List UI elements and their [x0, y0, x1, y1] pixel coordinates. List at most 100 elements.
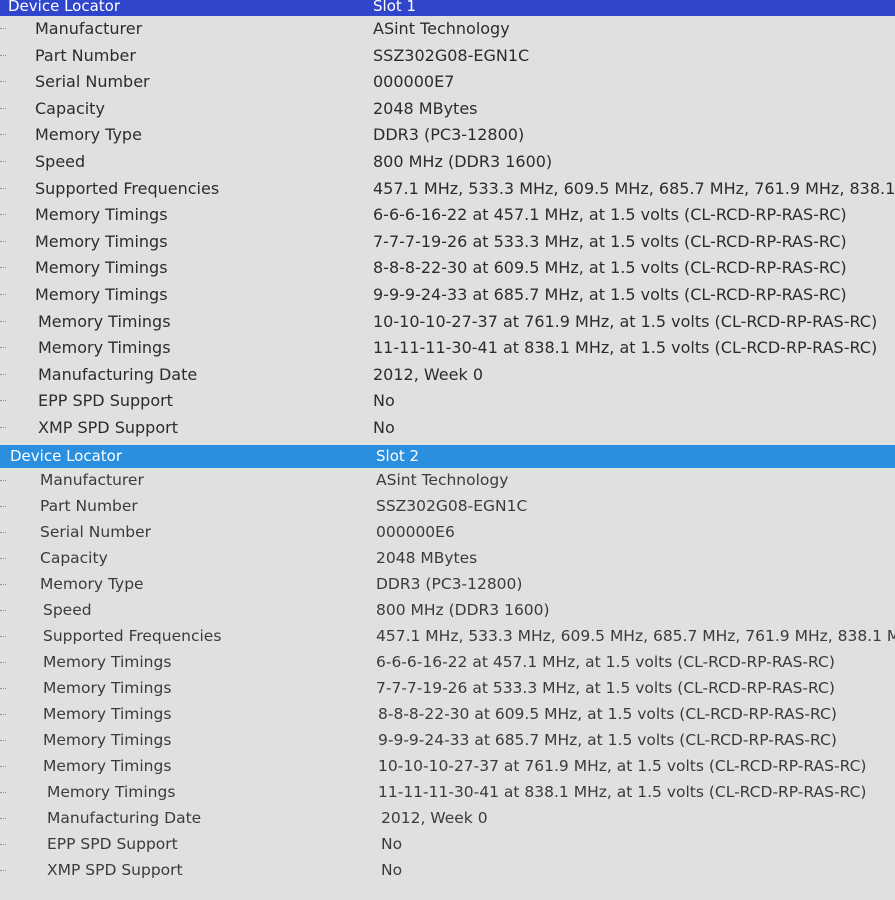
property-name: Memory Timings: [38, 311, 171, 331]
tree-connector: [0, 688, 6, 690]
property-name: Speed: [35, 151, 86, 171]
property-row[interactable]: Memory Type DDR3 (PC3-12800): [0, 122, 895, 149]
property-value: 8-8-8-22-30 at 609.5 MHz, at 1.5 volts (…: [378, 705, 837, 723]
property-value: 6-6-6-16-22 at 457.1 MHz, at 1.5 volts (…: [373, 205, 847, 225]
tree-connector: [0, 134, 6, 136]
property-name: Manufacturing Date: [38, 364, 198, 384]
property-value: 000000E6: [376, 523, 455, 541]
property-value: No: [373, 417, 395, 437]
tree-connector: [0, 766, 6, 768]
property-row[interactable]: Memory Timings 7-7-7-19-26 at 533.3 MHz, …: [0, 229, 895, 256]
property-name: EPP SPD Support: [38, 391, 173, 411]
property-name: Memory Timings: [43, 757, 172, 775]
tree-connector: [0, 81, 6, 83]
tree-connector: [0, 347, 6, 349]
property-row[interactable]: EPP SPD Support No: [0, 832, 895, 858]
property-row[interactable]: Memory Type DDR3 (PC3-12800): [0, 572, 895, 598]
property-value: 10-10-10-27-37 at 761.9 MHz, at 1.5 volt…: [378, 757, 867, 775]
tree-connector: [0, 28, 6, 30]
property-name: Memory Timings: [35, 284, 168, 304]
property-row[interactable]: Capacity 2048 MBytes: [0, 96, 895, 123]
property-value: 9-9-9-24-33 at 685.7 MHz, at 1.5 volts (…: [378, 731, 837, 749]
tree-connector: [0, 636, 6, 638]
tree-connector: [0, 844, 6, 846]
property-row[interactable]: Memory Timings 10-10-10-27-37 at 761.9 MH…: [0, 754, 895, 780]
tree-connector: [0, 818, 6, 820]
property-value: SSZ302G08-EGN1C: [373, 45, 530, 65]
tree-connector: [0, 584, 6, 586]
property-name: Manufacturer: [35, 19, 143, 38]
property-row[interactable]: Part Number SSZ302G08-EGN1C: [0, 43, 895, 70]
tree-connector: [0, 714, 6, 716]
property-value: 7-7-7-19-26 at 533.3 MHz, at 1.5 volts (…: [376, 679, 835, 697]
property-value: 11-11-11-30-41 at 838.1 MHz, at 1.5 volt…: [378, 783, 867, 801]
property-row[interactable]: Serial Number 000000E7: [0, 69, 895, 96]
property-value: DDR3 (PC3-12800): [376, 575, 523, 593]
property-row[interactable]: XMP SPD Support No: [0, 415, 895, 442]
property-row[interactable]: Memory Timings 11-11-11-30-41 at 838.1 MH…: [0, 780, 895, 806]
tree-connector: [0, 160, 6, 163]
tree-connector: [0, 506, 6, 508]
property-row[interactable]: Memory Timings 6-6-6-16-22 at 457.1 MHz, …: [0, 202, 895, 229]
property-name: Memory Timings: [43, 705, 172, 723]
tree-connector: [0, 558, 6, 560]
property-row[interactable]: Manufacturing Date 2012, Week 0: [0, 806, 895, 832]
property-row[interactable]: Manufacturing Date 2012, Week 0: [0, 362, 895, 389]
property-row[interactable]: Memory Timings 9-9-9-24-33 at 685.7 MHz, …: [0, 282, 895, 309]
property-value: 800 MHz (DDR3 1600): [376, 601, 550, 619]
tree-connector: [0, 400, 6, 402]
property-row[interactable]: Memory Timings 11-11-11-30-41 at 838.1 MH…: [0, 335, 895, 362]
device-locator-label: Device Locator: [10, 447, 123, 465]
device-locator-row-selected[interactable]: Device Locator Slot 1: [0, 0, 895, 16]
property-value: No: [373, 391, 395, 411]
memory-spd-panel: Device Locator Slot 1 Manufacturer ASint …: [0, 0, 895, 900]
property-value: ASint Technology: [373, 19, 510, 38]
property-name: Part Number: [35, 45, 136, 65]
device-locator-value: Slot 2: [376, 447, 420, 465]
property-row[interactable]: Manufacturer ASint Technology: [0, 468, 895, 494]
property-row[interactable]: Supported Frequencies 457.1 MHz, 533.3 MH…: [0, 176, 895, 203]
property-row[interactable]: Speed 800 MHz (DDR3 1600): [0, 149, 895, 176]
property-row[interactable]: Capacity 2048 MBytes: [0, 546, 895, 572]
property-row[interactable]: Speed 800 MHz (DDR3 1600): [0, 598, 895, 624]
property-value: 457.1 MHz, 533.3 MHz, 609.5 MHz, 685.7 M…: [373, 178, 895, 198]
property-row[interactable]: Manufacturer ASint Technology: [0, 16, 895, 43]
tree-connector: [0, 480, 6, 482]
property-row[interactable]: EPP SPD Support No: [0, 388, 895, 415]
property-name: Serial Number: [35, 72, 150, 92]
tree-connector: [0, 610, 6, 612]
tree-connector: [0, 532, 6, 534]
property-value: 9-9-9-24-33 at 685.7 MHz, at 1.5 volts (…: [373, 284, 847, 304]
property-value: 2012, Week 0: [381, 809, 488, 827]
property-name: XMP SPD Support: [38, 417, 178, 437]
property-row[interactable]: Memory Timings 6-6-6-16-22 at 457.1 MHz, …: [0, 650, 895, 676]
property-name: Manufacturer: [40, 471, 144, 489]
property-row[interactable]: Serial Number 000000E6: [0, 520, 895, 546]
property-name: Part Number: [40, 497, 138, 515]
property-row[interactable]: Memory Timings 8-8-8-22-30 at 609.5 MHz, …: [0, 255, 895, 282]
property-value: 7-7-7-19-26 at 533.3 MHz, at 1.5 volts (…: [373, 231, 847, 251]
tree-connector: [0, 187, 6, 190]
property-row[interactable]: Supported Frequencies 457.1 MHz, 533.3 MH…: [0, 624, 895, 650]
property-value: 457.1 MHz, 533.3 MHz, 609.5 MHz, 685.7 M…: [376, 627, 895, 645]
property-row[interactable]: Memory Timings 9-9-9-24-33 at 685.7 MHz, …: [0, 728, 895, 754]
tree-connector: [0, 107, 6, 110]
property-row[interactable]: Part Number SSZ302G08-EGN1C: [0, 494, 895, 520]
property-value: 8-8-8-22-30 at 609.5 MHz, at 1.5 volts (…: [373, 258, 847, 278]
property-name: XMP SPD Support: [47, 861, 183, 879]
property-name: Memory Type: [35, 125, 142, 145]
tree-connector: [0, 373, 6, 376]
property-value: No: [381, 861, 403, 879]
property-name: Capacity: [35, 98, 105, 118]
tree-connector: [0, 214, 6, 216]
property-value: DDR3 (PC3-12800): [373, 125, 525, 145]
property-value: 2012, Week 0: [373, 364, 483, 384]
property-row[interactable]: XMP SPD Support No: [0, 858, 895, 884]
device-locator-value: Slot 1: [373, 0, 417, 15]
property-row[interactable]: Memory Timings 8-8-8-22-30 at 609.5 MHz, …: [0, 702, 895, 728]
device-locator-row-highlighted[interactable]: Device Locator Slot 2: [0, 445, 895, 468]
property-row[interactable]: Memory Timings 7-7-7-19-26 at 533.3 MHz, …: [0, 676, 895, 702]
property-row[interactable]: Memory Timings 10-10-10-27-37 at 761.9 MH…: [0, 309, 895, 336]
property-name: Memory Timings: [43, 679, 172, 697]
tree-connector: [0, 293, 6, 296]
